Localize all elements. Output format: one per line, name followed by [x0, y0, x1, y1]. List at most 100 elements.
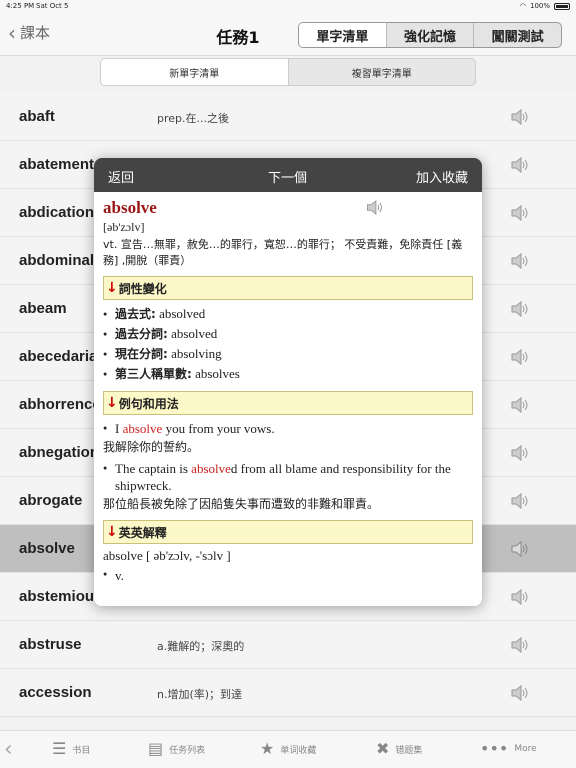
word-label: abdominal: [19, 252, 95, 269]
arrow-down-icon: ↓: [106, 395, 118, 411]
popover-content: absolve [əb'zɔlv] vt. 宣告…無罪，赦免…的罪行，寬恕…的罪…: [94, 192, 482, 590]
speaker-icon[interactable]: [510, 253, 528, 269]
word-label: abnegation: [19, 444, 95, 461]
form-value: absolved: [171, 326, 218, 341]
word-label: absolve: [19, 540, 75, 557]
speaker-icon[interactable]: [510, 109, 528, 125]
section-title: 例句和用法: [118, 396, 179, 411]
speaker-icon[interactable]: [510, 397, 528, 413]
status-date: Sat Oct 5: [36, 2, 69, 10]
speaker-icon[interactable]: [510, 205, 528, 221]
form-label: 過去式:: [115, 307, 156, 321]
example-text: The captain is: [115, 461, 192, 476]
example-text: I: [115, 421, 123, 436]
examples: I absolve you from your vows. 我解除你的誓約。 T…: [103, 420, 473, 513]
popover-back-button[interactable]: 返回: [108, 167, 134, 186]
speaker-icon[interactable]: [510, 157, 528, 173]
speaker-icon[interactable]: [510, 349, 528, 365]
phonetic: [əb'zɔlv]: [103, 220, 145, 234]
speaker-icon[interactable]: [510, 637, 528, 653]
word-row[interactable]: abaft prep.在...之後: [0, 93, 576, 141]
tab-review-words[interactable]: 複習單字清單: [289, 59, 476, 85]
segment-word-list[interactable]: 單字清單: [299, 23, 386, 47]
form-value: absolved: [159, 306, 206, 321]
speaker-icon[interactable]: [365, 200, 383, 215]
list-segmented-control: 新單字清單 複習單字清單: [100, 58, 476, 86]
speaker-icon[interactable]: [510, 493, 528, 509]
mode-segmented-control: 單字清單 強化記憶 闖關測試: [298, 22, 562, 48]
wifi-icon: ◠: [519, 2, 526, 10]
tab-task-list[interactable]: ▤ 任务列表: [148, 741, 205, 757]
segment-test[interactable]: 闖關測試: [473, 23, 561, 47]
word-label: abecedarian: [19, 348, 95, 365]
star-icon: ★: [260, 739, 275, 758]
word-detail-popover: 返回 下一個 加入收藏 absolve [əb'zɔlv] vt. 宣告…無罪，…: [94, 158, 482, 606]
word-label: abstemious: [19, 588, 95, 605]
list-item: 過去式: absolved: [103, 304, 473, 324]
english-pos: v.: [103, 568, 473, 584]
word-label: abdication: [19, 204, 95, 221]
example-translation: 我解除你的誓約。: [103, 440, 200, 454]
segment-reinforce[interactable]: 強化記憶: [385, 23, 474, 47]
list-item: 過去分詞: absolved: [103, 324, 473, 344]
example-highlight: absolve: [191, 461, 231, 476]
headword: absolve: [103, 198, 473, 218]
speaker-icon[interactable]: [510, 685, 528, 701]
chevron-left-icon[interactable]: ‹: [4, 737, 13, 762]
tab-books[interactable]: ☰ 书目: [52, 741, 90, 757]
list-icon: ☰: [52, 739, 67, 758]
tab-label: 错题集: [395, 745, 423, 756]
status-bar: 4:25 PM Sat Oct 5 ◠ 100%: [0, 0, 576, 12]
word-row[interactable]: abstruse a.難解的；深奧的: [0, 621, 576, 669]
example-translation: 那位船長被免除了因船隻失事而遭致的非難和罪責。: [103, 497, 380, 511]
battery-percent: 100%: [529, 2, 550, 10]
status-right: ◠ 100%: [520, 2, 570, 10]
form-label: 現在分詞:: [115, 347, 168, 361]
section-examples-header[interactable]: ↓ 例句和用法: [103, 391, 473, 415]
tab-label: More: [514, 744, 537, 754]
word-label: accession: [19, 684, 92, 701]
arrow-down-icon: ↓: [106, 280, 118, 296]
forms-list: 過去式: absolved 過去分詞: absolved 現在分詞: absol…: [103, 304, 473, 384]
meaning: vt. 宣告…無罪，赦免…的罪行，寬恕…的罪行； 不受責難，免除責任 [義務] …: [103, 238, 463, 267]
example-highlight: absolve: [122, 421, 163, 436]
tab-favorites[interactable]: ★ 单词收藏: [260, 741, 316, 757]
example-sentence: The captain is absolved from all blame a…: [103, 460, 473, 494]
tab-label: 任务列表: [169, 745, 206, 756]
battery-icon: [554, 2, 570, 10]
english-definition-head: absolve [ əb'zɔlv, -'sɔlv ]: [103, 548, 231, 563]
navigation-bar: ‹ 課本 任務1 單字清單 強化記憶 闖關測試: [0, 12, 576, 56]
status-time: 4:25 PM: [6, 2, 35, 10]
word-definition: prep.在...之後: [157, 112, 229, 125]
form-value: absolving: [171, 346, 222, 361]
example-text: you from your vows.: [162, 421, 275, 436]
speaker-icon[interactable]: [510, 589, 528, 605]
speaker-icon[interactable]: [510, 445, 528, 461]
form-value: absolves: [195, 366, 240, 381]
tab-mistakes[interactable]: ✖ 错题集: [376, 741, 422, 757]
section-title: 詞性變化: [118, 281, 167, 296]
word-label: abatement: [19, 156, 95, 173]
word-row[interactable]: accession n.增加(率)；到達: [0, 669, 576, 717]
tab-label: 单词收藏: [280, 745, 317, 756]
section-forms-header[interactable]: ↓ 詞性變化: [103, 276, 473, 300]
speaker-icon[interactable]: [510, 541, 528, 557]
example-sentence: I absolve you from your vows.: [103, 420, 473, 437]
section-english-header[interactable]: ↓ 英英解釋: [103, 520, 473, 544]
headword-text: absolve: [103, 198, 157, 217]
tab-new-words[interactable]: 新單字清單: [101, 59, 289, 85]
more-icon: •••: [480, 739, 509, 758]
close-circle-icon: ✖: [376, 739, 390, 758]
word-label: abhorrence: [19, 396, 95, 413]
word-label: abrogate: [19, 492, 83, 509]
tab-more[interactable]: ••• More: [480, 741, 537, 757]
add-favorite-button[interactable]: 加入收藏: [416, 167, 468, 186]
scroll-fade: [94, 592, 482, 606]
word-definition: n.增加(率)；到達: [157, 688, 243, 701]
form-label: 第三人稱單數:: [115, 367, 192, 381]
tab-label: 书目: [72, 745, 91, 756]
next-word-button[interactable]: 下一個: [268, 167, 307, 186]
list-item: 現在分詞: absolving: [103, 344, 473, 364]
word-label: abstruse: [19, 636, 82, 653]
speaker-icon[interactable]: [510, 301, 528, 317]
